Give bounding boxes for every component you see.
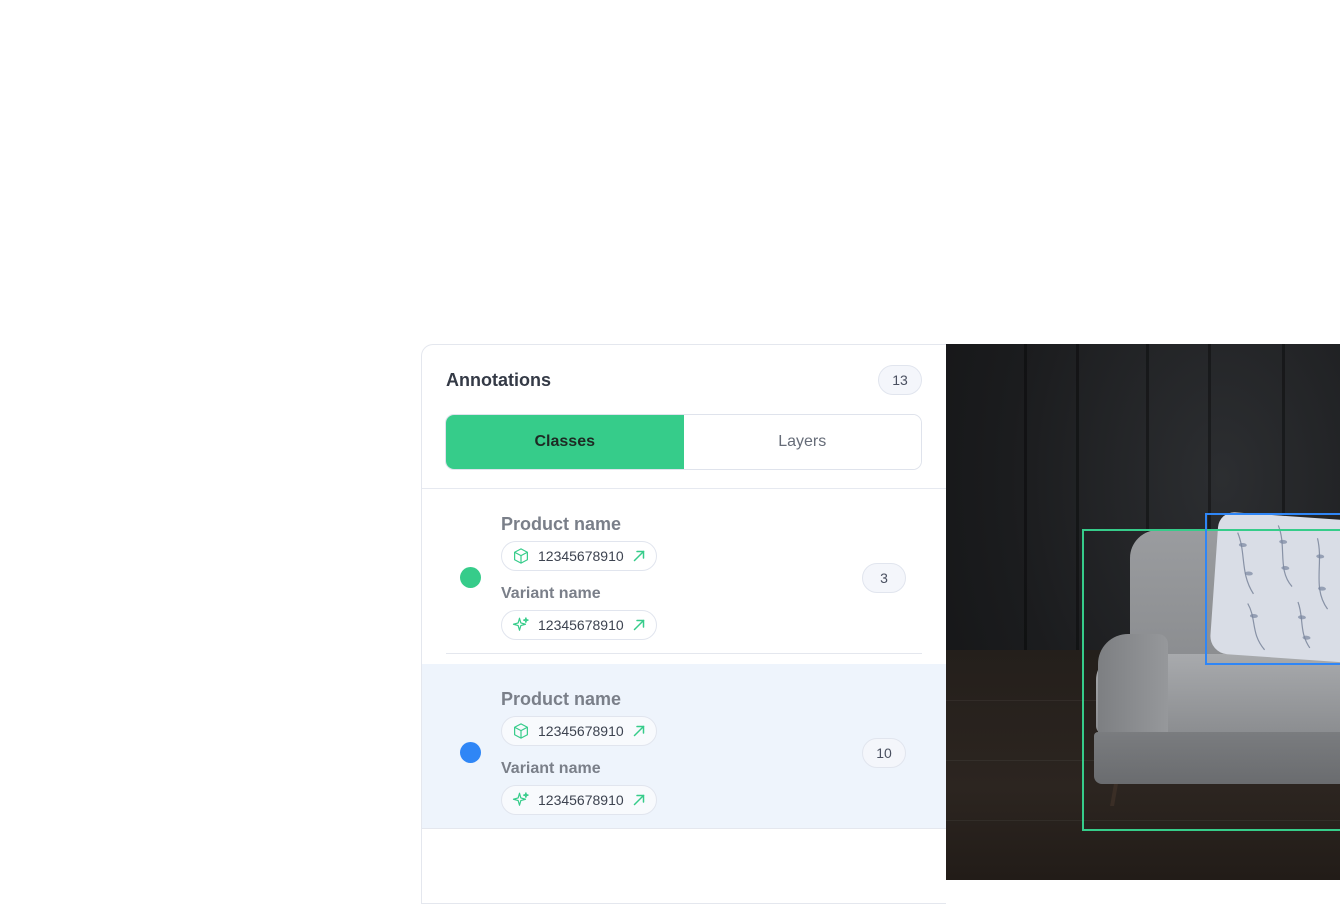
- panel-header: Annotations 13: [446, 365, 922, 395]
- variant-id-chip[interactable]: 12345678910: [501, 610, 657, 640]
- class-row[interactable]: Product name 12345678910 Variant name 12…: [422, 489, 946, 654]
- product-id-chip[interactable]: 12345678910: [501, 716, 657, 746]
- variant-id: 12345678910: [538, 792, 624, 808]
- class-count-badge: 10: [862, 738, 906, 768]
- view-toggle: Classes Layers: [445, 414, 922, 470]
- total-count-badge: 13: [878, 365, 922, 395]
- sparkle-icon: [512, 617, 529, 631]
- external-link-icon: [633, 550, 644, 562]
- image-canvas[interactable]: [946, 344, 1340, 880]
- class-count-badge: 3: [862, 563, 906, 593]
- product-name: Product name: [501, 689, 622, 709]
- class-color-dot: [460, 567, 481, 588]
- annotation-bbox-selected[interactable]: [1205, 513, 1340, 665]
- cube-icon: [514, 548, 528, 564]
- variant-name: Variant name: [501, 585, 601, 602]
- cube-icon: [514, 723, 528, 739]
- external-link-icon: [633, 725, 644, 737]
- product-id: 12345678910: [538, 548, 624, 564]
- product-name: Product name: [501, 514, 622, 534]
- curtain-fold: [1076, 344, 1079, 674]
- tab-classes[interactable]: Classes: [446, 415, 684, 469]
- class-color-dot: [460, 742, 481, 763]
- product-id: 12345678910: [538, 723, 624, 739]
- tab-layers[interactable]: Layers: [683, 415, 921, 469]
- variant-id: 12345678910: [538, 617, 624, 633]
- product-id-chip[interactable]: 12345678910: [501, 541, 657, 571]
- variant-id-chip[interactable]: 12345678910: [501, 785, 657, 815]
- sparkle-icon: [512, 792, 529, 806]
- class-row-selected[interactable]: Product name 12345678910 Variant name 12…: [422, 664, 946, 829]
- annotations-panel: Annotations 13 Classes Layers Product na…: [421, 344, 946, 904]
- external-link-icon: [633, 794, 644, 806]
- variant-name: Variant name: [501, 760, 601, 777]
- class-list: Product name 12345678910 Variant name 12…: [422, 489, 946, 829]
- panel-title: Annotations: [446, 369, 551, 390]
- external-link-icon: [633, 619, 644, 631]
- curtain-fold: [1024, 344, 1027, 674]
